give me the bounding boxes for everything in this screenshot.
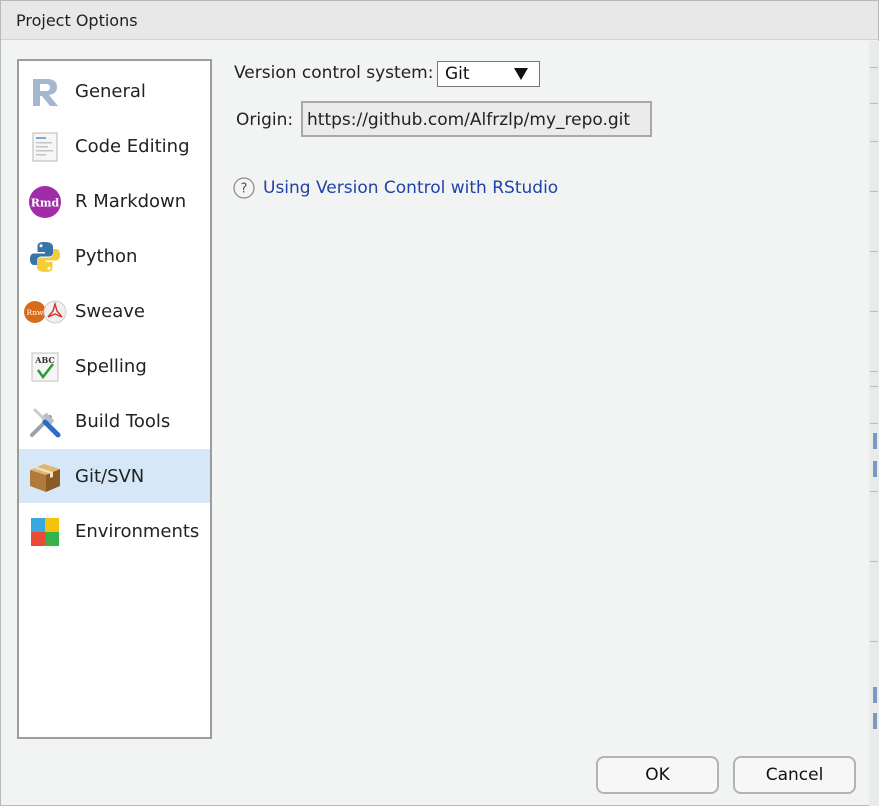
sidebar-item-label: Git/SVN — [75, 466, 145, 487]
sidebar-item-git-svn[interactable]: Git/SVN — [19, 449, 210, 503]
ok-button[interactable]: OK — [596, 756, 719, 794]
sidebar-item-sweave[interactable]: Rnw Sweave — [19, 284, 210, 338]
sidebar-item-spelling[interactable]: ABC Spelling — [19, 339, 210, 393]
window-title: Project Options — [16, 11, 138, 30]
package-box-icon — [28, 460, 62, 494]
background-window-edge — [869, 41, 879, 806]
title-bar[interactable]: Project Options — [1, 1, 878, 40]
sidebar-item-label: Environments — [75, 521, 200, 542]
svg-text:?: ? — [241, 182, 248, 197]
sidebar-item-label: Spelling — [75, 356, 147, 377]
sidebar-item-label: R Markdown — [75, 191, 187, 212]
project-options-dialog: Project Options General Code Editing Rmd… — [0, 0, 879, 806]
origin-label: Origin: — [236, 110, 294, 130]
environments-blocks-icon — [28, 515, 62, 549]
options-sidebar: General Code Editing Rmd R Markdown Pyth… — [17, 59, 212, 739]
vcs-select[interactable]: Git — [437, 61, 540, 87]
code-document-icon — [28, 130, 62, 164]
svg-text:ABC: ABC — [34, 355, 54, 365]
svg-text:Rnw: Rnw — [27, 308, 44, 317]
wrench-screwdriver-icon — [28, 405, 62, 439]
svg-text:Rmd: Rmd — [31, 197, 60, 210]
git-svn-settings-pane: Version control system: Git Origin: http… — [223, 41, 863, 741]
sidebar-item-label: General — [75, 81, 146, 102]
sidebar-item-r-markdown[interactable]: Rmd R Markdown — [19, 174, 210, 228]
vcs-label: Version control system: — [234, 63, 434, 83]
cancel-button[interactable]: Cancel — [733, 756, 856, 794]
sidebar-item-label: Code Editing — [75, 136, 190, 157]
sidebar-item-python[interactable]: Python — [19, 229, 210, 283]
dropdown-arrow-icon — [514, 66, 528, 80]
sidebar-item-label: Sweave — [75, 301, 145, 322]
sidebar-item-label: Python — [75, 246, 138, 267]
python-logo-icon — [28, 240, 62, 274]
rmd-icon: Rmd — [28, 185, 62, 219]
question-circle-icon[interactable]: ? — [233, 177, 255, 199]
r-logo-icon — [28, 75, 62, 109]
version-control-help-link[interactable]: Using Version Control with RStudio — [263, 178, 558, 198]
origin-field[interactable]: https://github.com/Alfrzlp/my_repo.git — [301, 101, 652, 137]
origin-field-value: https://github.com/Alfrzlp/my_repo.git — [307, 110, 631, 130]
spelling-check-icon: ABC — [28, 350, 62, 384]
sidebar-item-code-editing[interactable]: Code Editing — [19, 119, 210, 173]
sidebar-item-general[interactable]: General — [19, 64, 210, 118]
sidebar-item-build-tools[interactable]: Build Tools — [19, 394, 210, 448]
vcs-select-value: Git — [445, 64, 470, 84]
sidebar-item-label: Build Tools — [75, 411, 171, 432]
sidebar-item-environments[interactable]: Environments — [19, 504, 210, 558]
sweave-pdf-icon: Rnw — [23, 295, 67, 329]
